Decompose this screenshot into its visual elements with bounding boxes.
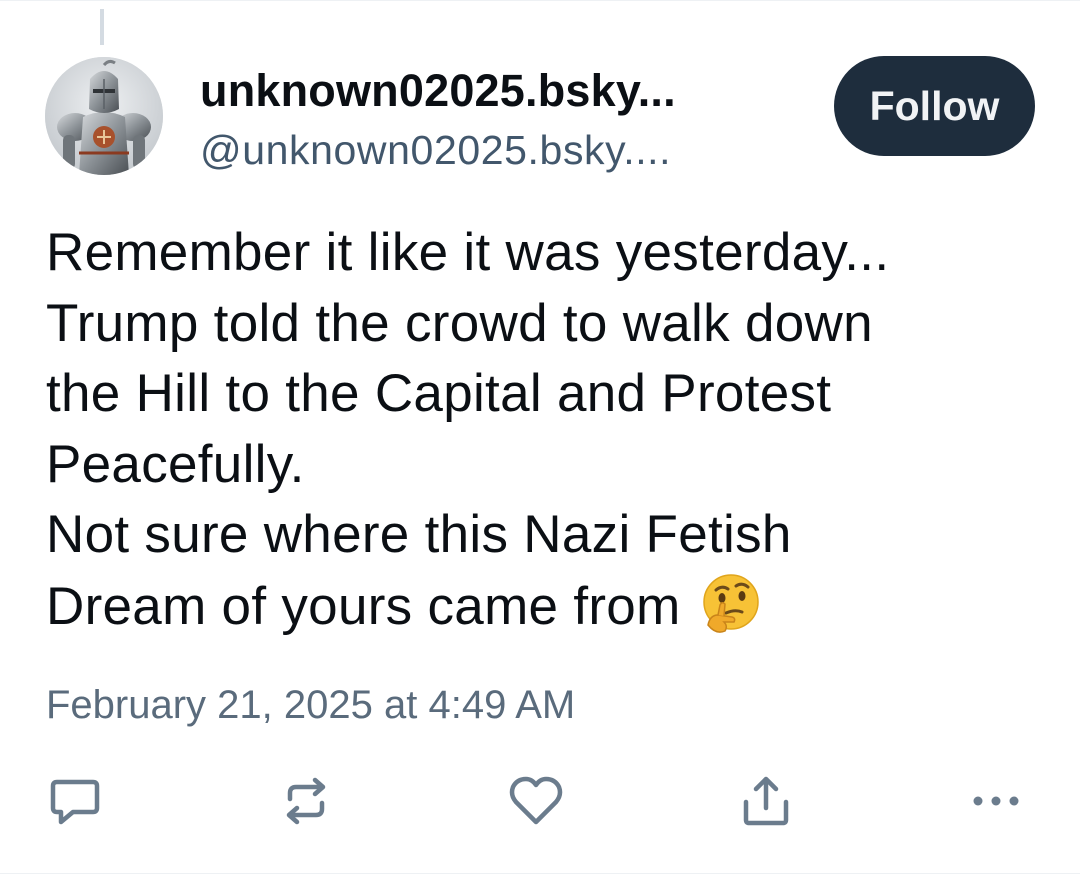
- repost-icon: [286, 777, 326, 825]
- post-text-line: Not sure where this Nazi Fetish: [46, 505, 792, 564]
- like-button[interactable]: [506, 771, 566, 831]
- post-timestamp[interactable]: February 21, 2025 at 4:49 AM: [46, 681, 575, 729]
- repost-button[interactable]: [276, 771, 336, 831]
- author-handle[interactable]: @unknown02025.bsky....: [200, 123, 676, 177]
- reply-icon: [50, 779, 100, 825]
- post-text-line: Peacefully.: [46, 434, 305, 494]
- reply-button[interactable]: [45, 771, 105, 831]
- divider: [0, 873, 1080, 874]
- post-body: Remember it like it was yesterday... Tru…: [46, 218, 1046, 642]
- post-text-line: Remember it like it was yesterday...: [46, 223, 890, 282]
- post-action-bar: [0, 771, 1080, 831]
- thread-connector-line: [100, 9, 104, 45]
- more-options-icon: [973, 796, 1019, 806]
- knight-armor-avatar-icon: [45, 57, 163, 175]
- post-card: unknown02025.bsky... @unknown02025.bsky.…: [0, 0, 1080, 890]
- like-icon: [509, 776, 563, 825]
- share-button[interactable]: [736, 771, 796, 831]
- follow-button[interactable]: Follow: [834, 56, 1035, 156]
- thinking-face-icon: [698, 571, 764, 637]
- post-text-line: the Hill to the Capital and Protest: [46, 364, 832, 423]
- avatar[interactable]: [45, 57, 163, 175]
- post-text-line: Dream of yours came from: [46, 576, 681, 636]
- author-display-name[interactable]: unknown02025.bsky...: [200, 63, 676, 119]
- post-text-line: Trump told the crowd to walk down: [46, 293, 873, 353]
- share-icon: [743, 776, 789, 826]
- post-text-last-line: Dream of yours came from: [46, 571, 1046, 643]
- author-names: unknown02025.bsky... @unknown02025.bsky.…: [200, 63, 676, 177]
- more-options-button[interactable]: [966, 771, 1026, 831]
